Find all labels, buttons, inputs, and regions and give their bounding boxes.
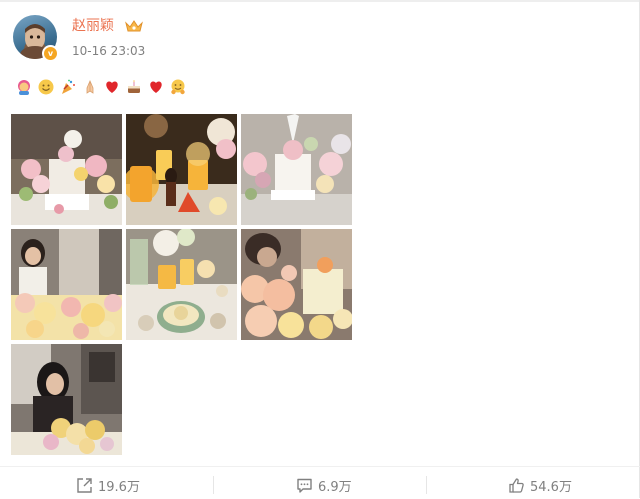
red-heart-emoji-icon [148,79,164,95]
red-heart-emoji-icon [104,79,120,95]
crown-icon[interactable] [124,18,144,34]
girl-emoji-icon [16,79,32,95]
repost-icon [77,477,92,493]
smile-emoji-icon [38,79,54,95]
photo-thumbnail[interactable] [241,114,352,225]
divider [213,476,214,494]
photo-thumbnail[interactable] [11,229,122,340]
comment-count: 6.9万 [318,479,352,495]
top-divider [0,0,640,2]
action-bar: 19.6万 6.9万 54.6万 [0,466,640,499]
post-timestamp[interactable]: 10-16 23:03 [72,44,145,58]
photo-grid [11,114,352,455]
photo-thumbnail[interactable] [126,229,237,340]
author-name[interactable]: 赵丽颖 [72,17,114,35]
repost-count: 19.6万 [98,479,140,495]
hug-emoji-icon [170,79,186,95]
thumbs-up-icon [509,477,524,493]
photo-thumbnail[interactable] [241,229,352,340]
party-popper-emoji-icon [60,79,76,95]
like-count: 54.6万 [530,479,572,495]
photo-thumbnail[interactable] [11,344,122,455]
cake-emoji-icon [126,79,142,95]
emoji-row [16,76,186,98]
repost-button[interactable]: 19.6万 [76,475,140,495]
like-button[interactable]: 54.6万 [508,475,572,495]
photo-thumbnail[interactable] [126,114,237,225]
divider [426,476,427,494]
verified-badge-icon: v [42,45,59,62]
photo-thumbnail[interactable] [11,114,122,225]
comment-button[interactable]: 6.9万 [296,475,352,495]
comment-icon [297,478,312,493]
pray-emoji-icon [82,79,98,95]
